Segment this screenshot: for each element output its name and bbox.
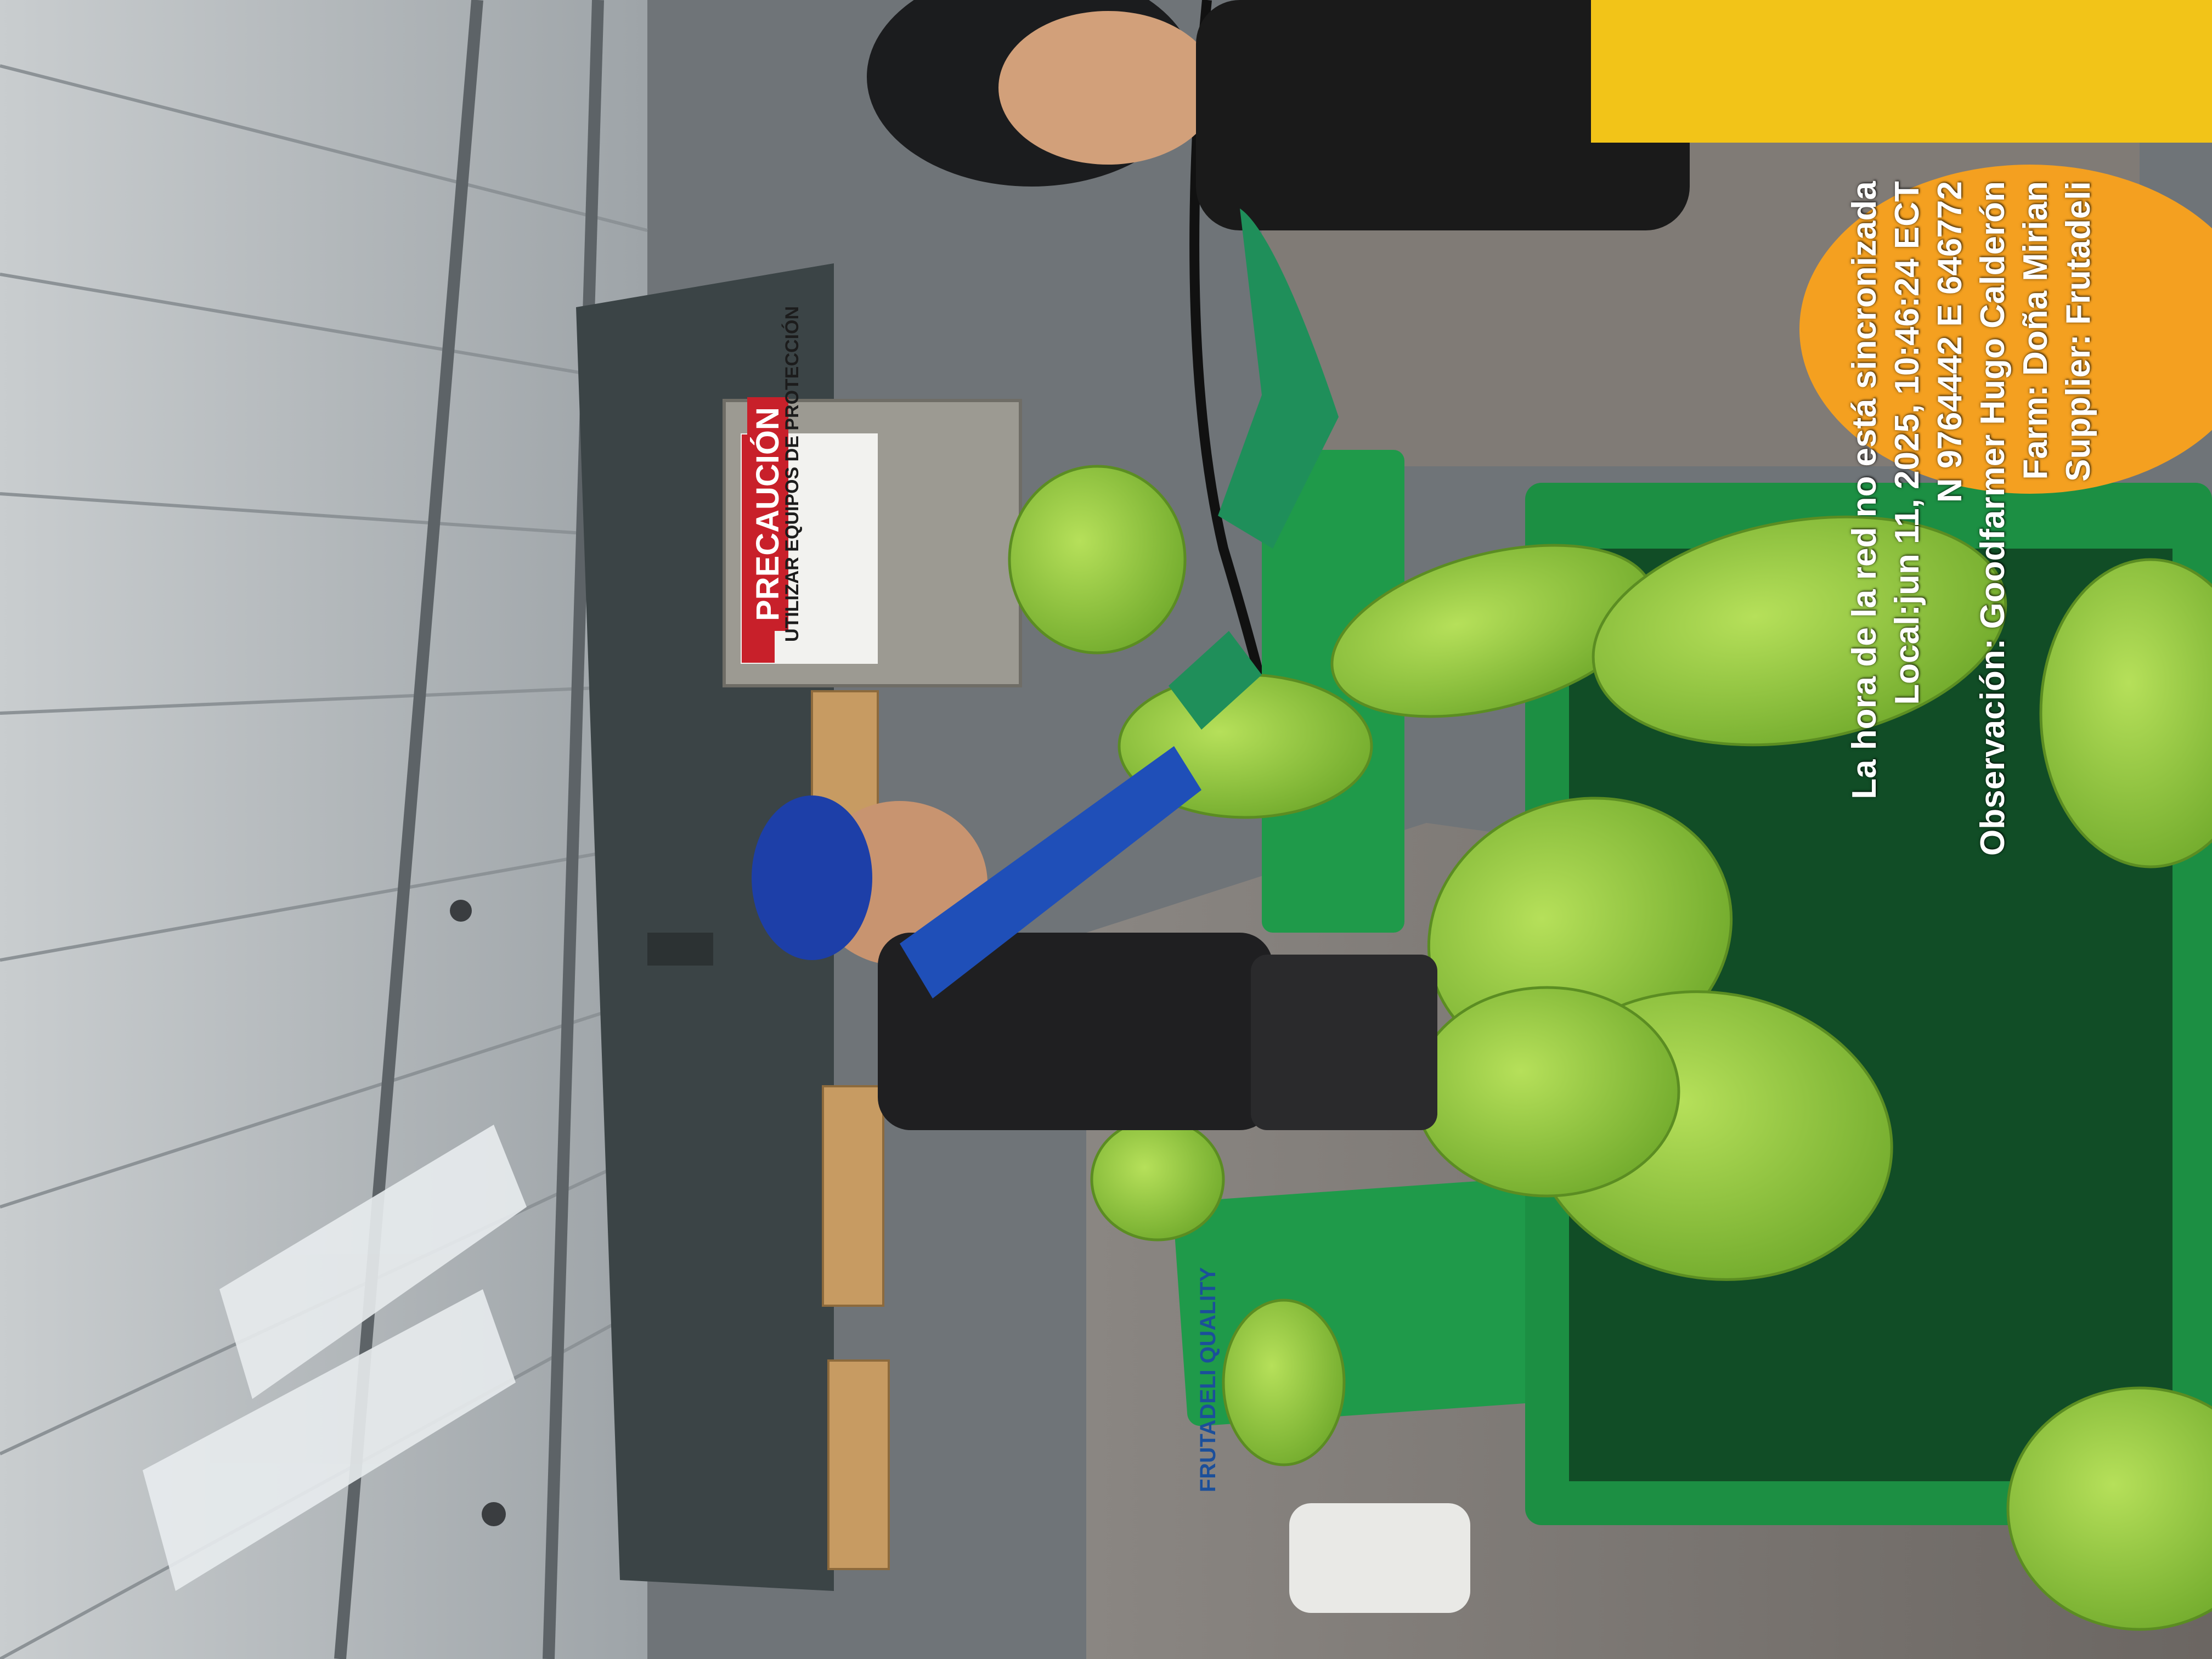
warehouse-roof (0, 0, 648, 1659)
overlay-observer: Observación: Goodfarmer Hugo Calderón (1974, 181, 2012, 856)
overlay-farm: Farm: Doña Mirian (2017, 181, 2055, 480)
overlay-supplier: Supplier: Frutadeli (2059, 181, 2097, 482)
photo-scene: PRECAUCIÓN UTILIZAR EQUIPOS DE PROTECCIÓ… (0, 0, 2212, 1659)
overlay-local-time: Local:jun 11, 2025, 10:46:24 ECT (1888, 181, 1926, 705)
caution-sign-subtitle: UTILIZAR EQUIPOS DE PROTECCIÓN (782, 306, 803, 642)
box-logo: FRUTADELI QUALITY (1196, 1267, 1220, 1492)
overlay-coordinates: N 9764442 E 646772 (1931, 181, 1969, 503)
overlay-network-time: La hora de la red no está sincronizada (1846, 181, 1883, 799)
white-container (1289, 1503, 1470, 1613)
photo-metadata-overlay: La hora de la red no está sincronizada L… (1843, 181, 2100, 856)
